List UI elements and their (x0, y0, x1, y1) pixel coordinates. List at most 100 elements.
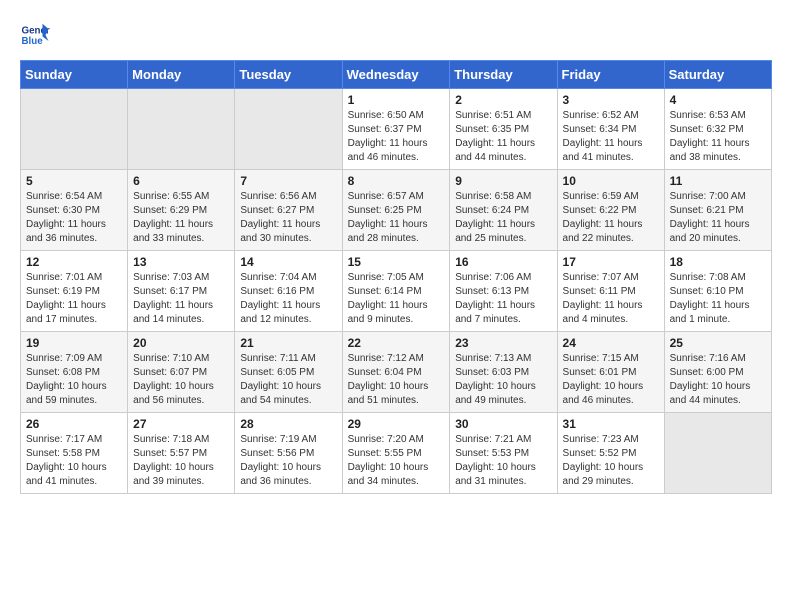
calendar-cell: 16 Sunrise: 7:06 AMSunset: 6:13 PMDaylig… (450, 251, 557, 332)
calendar-cell (664, 413, 771, 494)
calendar-week-4: 19 Sunrise: 7:09 AMSunset: 6:08 PMDaylig… (21, 332, 772, 413)
cell-content: Sunrise: 7:21 AMSunset: 5:53 PMDaylight:… (455, 433, 551, 489)
calendar-cell: 29 Sunrise: 7:20 AMSunset: 5:55 PMDaylig… (342, 413, 450, 494)
day-number: 18 (670, 255, 766, 269)
calendar-cell: 19 Sunrise: 7:09 AMSunset: 6:08 PMDaylig… (21, 332, 128, 413)
weekday-header-wednesday: Wednesday (342, 61, 450, 89)
calendar-cell: 26 Sunrise: 7:17 AMSunset: 5:58 PMDaylig… (21, 413, 128, 494)
calendar-cell: 1 Sunrise: 6:50 AMSunset: 6:37 PMDayligh… (342, 89, 450, 170)
cell-content: Sunrise: 6:58 AMSunset: 6:24 PMDaylight:… (455, 190, 551, 246)
calendar-cell: 17 Sunrise: 7:07 AMSunset: 6:11 PMDaylig… (557, 251, 664, 332)
day-number: 26 (26, 417, 122, 431)
day-number: 28 (240, 417, 336, 431)
cell-content: Sunrise: 6:59 AMSunset: 6:22 PMDaylight:… (563, 190, 659, 246)
day-number: 22 (348, 336, 445, 350)
calendar-cell: 13 Sunrise: 7:03 AMSunset: 6:17 PMDaylig… (128, 251, 235, 332)
cell-content: Sunrise: 7:11 AMSunset: 6:05 PMDaylight:… (240, 352, 336, 408)
day-number: 15 (348, 255, 445, 269)
calendar-cell: 22 Sunrise: 7:12 AMSunset: 6:04 PMDaylig… (342, 332, 450, 413)
cell-content: Sunrise: 7:03 AMSunset: 6:17 PMDaylight:… (133, 271, 229, 327)
cell-content: Sunrise: 7:06 AMSunset: 6:13 PMDaylight:… (455, 271, 551, 327)
day-number: 11 (670, 174, 766, 188)
cell-content: Sunrise: 6:50 AMSunset: 6:37 PMDaylight:… (348, 109, 445, 165)
day-number: 8 (348, 174, 445, 188)
cell-content: Sunrise: 7:13 AMSunset: 6:03 PMDaylight:… (455, 352, 551, 408)
calendar-week-5: 26 Sunrise: 7:17 AMSunset: 5:58 PMDaylig… (21, 413, 772, 494)
cell-content: Sunrise: 7:12 AMSunset: 6:04 PMDaylight:… (348, 352, 445, 408)
logo-icon: General Blue (20, 20, 50, 50)
page-header: General Blue (20, 20, 772, 50)
calendar-cell: 9 Sunrise: 6:58 AMSunset: 6:24 PMDayligh… (450, 170, 557, 251)
day-number: 4 (670, 93, 766, 107)
calendar-cell: 3 Sunrise: 6:52 AMSunset: 6:34 PMDayligh… (557, 89, 664, 170)
logo: General Blue (20, 20, 50, 50)
cell-content: Sunrise: 7:04 AMSunset: 6:16 PMDaylight:… (240, 271, 336, 327)
cell-content: Sunrise: 6:51 AMSunset: 6:35 PMDaylight:… (455, 109, 551, 165)
weekday-header-monday: Monday (128, 61, 235, 89)
calendar-table: SundayMondayTuesdayWednesdayThursdayFrid… (20, 60, 772, 494)
day-number: 17 (563, 255, 659, 269)
day-number: 19 (26, 336, 122, 350)
cell-content: Sunrise: 7:23 AMSunset: 5:52 PMDaylight:… (563, 433, 659, 489)
calendar-cell: 4 Sunrise: 6:53 AMSunset: 6:32 PMDayligh… (664, 89, 771, 170)
calendar-cell (235, 89, 342, 170)
calendar-cell: 23 Sunrise: 7:13 AMSunset: 6:03 PMDaylig… (450, 332, 557, 413)
weekday-header-row: SundayMondayTuesdayWednesdayThursdayFrid… (21, 61, 772, 89)
calendar-cell: 10 Sunrise: 6:59 AMSunset: 6:22 PMDaylig… (557, 170, 664, 251)
calendar-week-1: 1 Sunrise: 6:50 AMSunset: 6:37 PMDayligh… (21, 89, 772, 170)
cell-content: Sunrise: 7:01 AMSunset: 6:19 PMDaylight:… (26, 271, 122, 327)
day-number: 13 (133, 255, 229, 269)
day-number: 21 (240, 336, 336, 350)
calendar-cell: 15 Sunrise: 7:05 AMSunset: 6:14 PMDaylig… (342, 251, 450, 332)
weekday-header-saturday: Saturday (664, 61, 771, 89)
day-number: 1 (348, 93, 445, 107)
calendar-cell: 2 Sunrise: 6:51 AMSunset: 6:35 PMDayligh… (450, 89, 557, 170)
calendar-cell: 6 Sunrise: 6:55 AMSunset: 6:29 PMDayligh… (128, 170, 235, 251)
calendar-cell: 20 Sunrise: 7:10 AMSunset: 6:07 PMDaylig… (128, 332, 235, 413)
calendar-cell: 27 Sunrise: 7:18 AMSunset: 5:57 PMDaylig… (128, 413, 235, 494)
day-number: 2 (455, 93, 551, 107)
calendar-cell: 8 Sunrise: 6:57 AMSunset: 6:25 PMDayligh… (342, 170, 450, 251)
day-number: 16 (455, 255, 551, 269)
cell-content: Sunrise: 7:20 AMSunset: 5:55 PMDaylight:… (348, 433, 445, 489)
cell-content: Sunrise: 7:15 AMSunset: 6:01 PMDaylight:… (563, 352, 659, 408)
cell-content: Sunrise: 6:55 AMSunset: 6:29 PMDaylight:… (133, 190, 229, 246)
calendar-cell (21, 89, 128, 170)
day-number: 12 (26, 255, 122, 269)
calendar-cell: 12 Sunrise: 7:01 AMSunset: 6:19 PMDaylig… (21, 251, 128, 332)
day-number: 30 (455, 417, 551, 431)
day-number: 7 (240, 174, 336, 188)
cell-content: Sunrise: 7:07 AMSunset: 6:11 PMDaylight:… (563, 271, 659, 327)
cell-content: Sunrise: 6:56 AMSunset: 6:27 PMDaylight:… (240, 190, 336, 246)
calendar-cell: 31 Sunrise: 7:23 AMSunset: 5:52 PMDaylig… (557, 413, 664, 494)
calendar-cell: 7 Sunrise: 6:56 AMSunset: 6:27 PMDayligh… (235, 170, 342, 251)
cell-content: Sunrise: 7:16 AMSunset: 6:00 PMDaylight:… (670, 352, 766, 408)
day-number: 5 (26, 174, 122, 188)
calendar-week-2: 5 Sunrise: 6:54 AMSunset: 6:30 PMDayligh… (21, 170, 772, 251)
cell-content: Sunrise: 6:52 AMSunset: 6:34 PMDaylight:… (563, 109, 659, 165)
cell-content: Sunrise: 6:57 AMSunset: 6:25 PMDaylight:… (348, 190, 445, 246)
day-number: 9 (455, 174, 551, 188)
cell-content: Sunrise: 6:53 AMSunset: 6:32 PMDaylight:… (670, 109, 766, 165)
calendar-cell (128, 89, 235, 170)
calendar-cell: 25 Sunrise: 7:16 AMSunset: 6:00 PMDaylig… (664, 332, 771, 413)
day-number: 31 (563, 417, 659, 431)
cell-content: Sunrise: 7:19 AMSunset: 5:56 PMDaylight:… (240, 433, 336, 489)
cell-content: Sunrise: 7:08 AMSunset: 6:10 PMDaylight:… (670, 271, 766, 327)
day-number: 23 (455, 336, 551, 350)
day-number: 3 (563, 93, 659, 107)
calendar-week-3: 12 Sunrise: 7:01 AMSunset: 6:19 PMDaylig… (21, 251, 772, 332)
calendar-cell: 18 Sunrise: 7:08 AMSunset: 6:10 PMDaylig… (664, 251, 771, 332)
day-number: 20 (133, 336, 229, 350)
calendar-cell: 5 Sunrise: 6:54 AMSunset: 6:30 PMDayligh… (21, 170, 128, 251)
weekday-header-sunday: Sunday (21, 61, 128, 89)
svg-text:Blue: Blue (22, 36, 44, 47)
weekday-header-friday: Friday (557, 61, 664, 89)
calendar-cell: 24 Sunrise: 7:15 AMSunset: 6:01 PMDaylig… (557, 332, 664, 413)
cell-content: Sunrise: 7:18 AMSunset: 5:57 PMDaylight:… (133, 433, 229, 489)
day-number: 29 (348, 417, 445, 431)
weekday-header-thursday: Thursday (450, 61, 557, 89)
day-number: 14 (240, 255, 336, 269)
cell-content: Sunrise: 7:00 AMSunset: 6:21 PMDaylight:… (670, 190, 766, 246)
calendar-cell: 28 Sunrise: 7:19 AMSunset: 5:56 PMDaylig… (235, 413, 342, 494)
